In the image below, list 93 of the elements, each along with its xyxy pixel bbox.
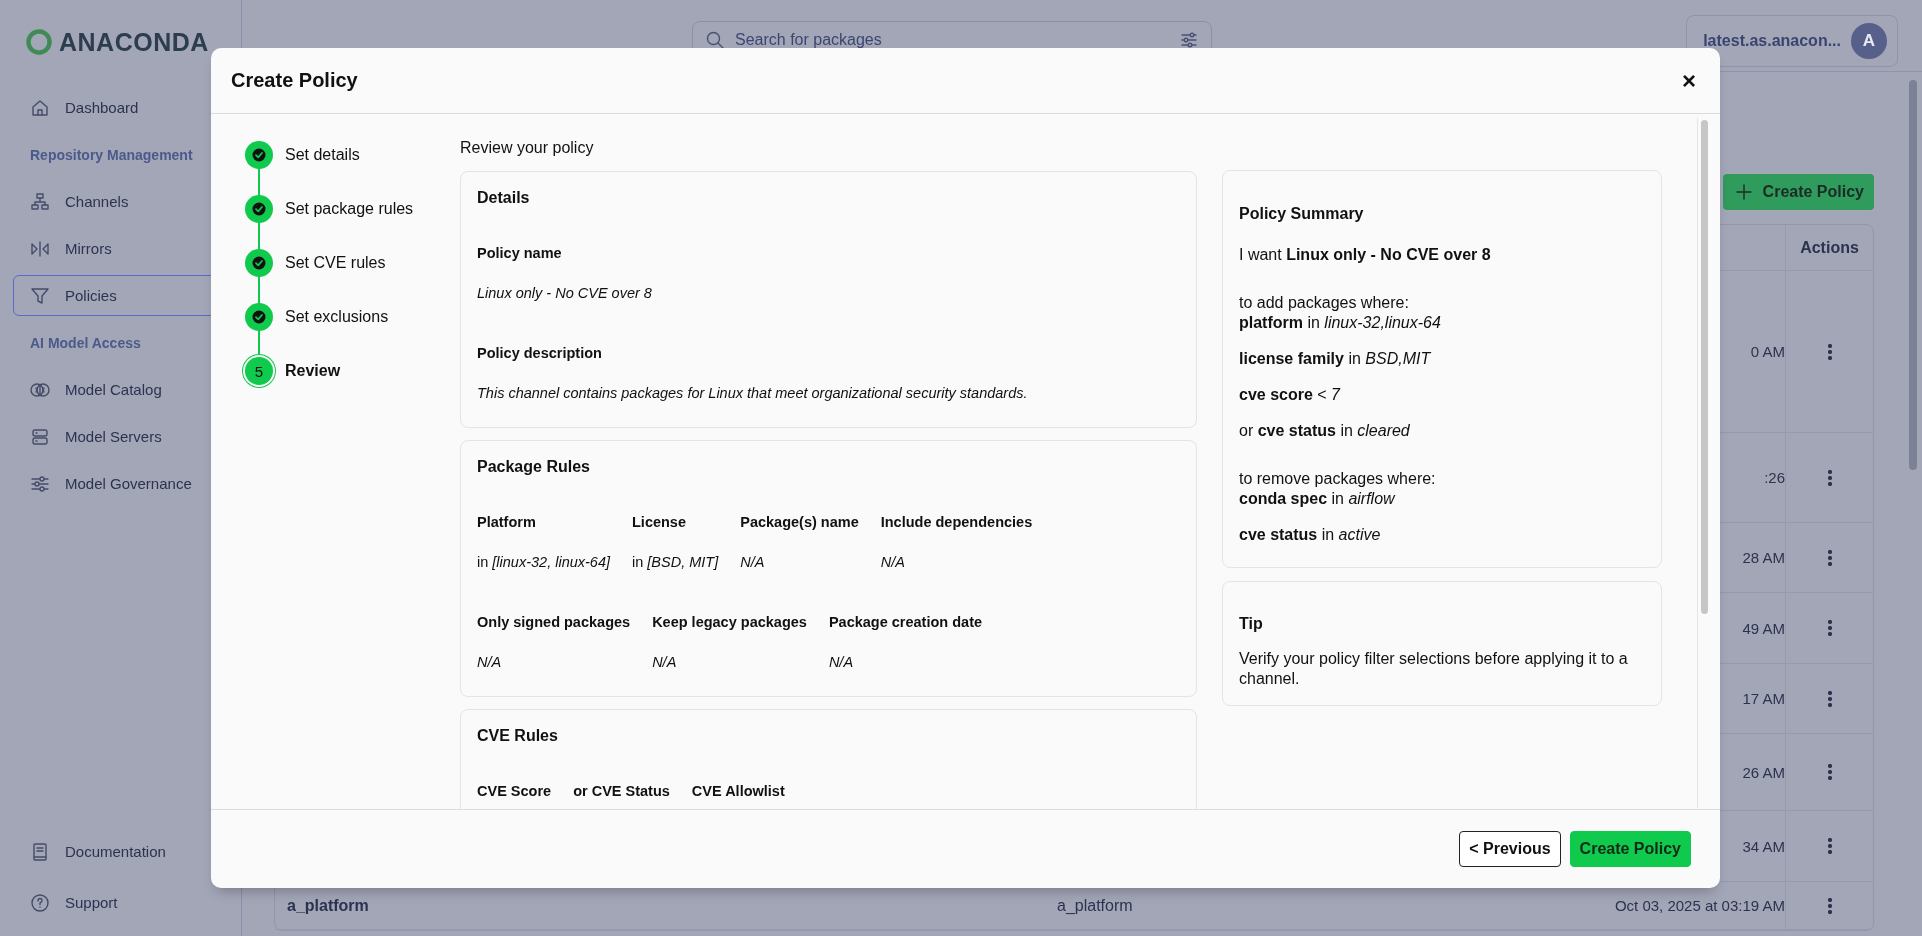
ring-logo-icon [25, 28, 53, 56]
nav-item[interactable]: Model Governance [13, 463, 253, 504]
step-label[interactable]: Set package rules [285, 200, 414, 218]
vertical-dots-icon [1827, 343, 1832, 360]
card-title: CVE Rules [477, 727, 559, 745]
nav-item[interactable]: Support [13, 882, 253, 923]
summary-text: to remove packages where: conda spec in airflow [1239, 469, 1437, 509]
field-label: Policy description [477, 345, 603, 361]
check-icon [252, 202, 266, 216]
nav-item[interactable]: Documentation [13, 831, 253, 872]
vertical-dots-icon [1827, 620, 1832, 636]
step-label[interactable]: Set details [285, 146, 360, 164]
check-icon [252, 310, 266, 324]
summary-text: license family in BSD,MIT [1239, 349, 1432, 369]
filter-sliders-icon [1179, 30, 1199, 50]
summary-text: cve status in active [1239, 525, 1382, 545]
card-title: Tip [1239, 615, 1264, 633]
check-icon [252, 256, 266, 270]
field-label: Include dependencies [880, 514, 1033, 530]
field-value: in [BSD, MIT] [632, 554, 719, 570]
home-icon [30, 97, 50, 118]
table-cell: 49 AM [1742, 619, 1785, 637]
server-icon [30, 426, 50, 447]
field-label: CVE Allowlist [691, 783, 785, 799]
field-value: N/A [477, 654, 503, 670]
field-label: Only signed packages [477, 614, 631, 630]
scrollbar[interactable] [1697, 118, 1711, 808]
nav-section-heading: Repository Management [29, 145, 194, 165]
card-title: Policy Summary [1239, 205, 1365, 223]
vertical-dots-icon [1827, 690, 1832, 707]
close-button[interactable]: × [1678, 68, 1700, 93]
table-cell: a_platform [1057, 896, 1133, 914]
vertical-dots-icon [1827, 764, 1832, 780]
book-icon [30, 841, 50, 862]
field-value: in [linux-32, linux-64] [477, 554, 610, 570]
section-heading: Review your policy [460, 139, 595, 157]
card-title: Package Rules [477, 458, 591, 476]
table-cell: 28 AM [1742, 549, 1785, 566]
logo-text: ANACONDA [59, 27, 209, 57]
field-value: N/A [828, 654, 855, 670]
table-cell: 34 AM [1742, 837, 1785, 855]
field-value: This channel contains packages for Linux that meet organizational security standards. [477, 385, 1029, 401]
field-label: Package(s) name [740, 514, 859, 530]
network-icon [30, 191, 50, 212]
field-label: License [632, 514, 687, 530]
table-cell: :26 [1764, 469, 1785, 486]
field-value: N/A [880, 554, 906, 570]
create-policy-button[interactable]: Create Policy [1569, 831, 1691, 867]
summary-text: or cve status in cleared [1239, 421, 1411, 441]
step-label[interactable]: Set CVE rules [285, 254, 386, 272]
summary-text: cve score < 7 [1239, 385, 1342, 405]
card-title: Details [477, 189, 531, 207]
previous-button[interactable]: < Previous [1459, 831, 1561, 867]
search-input[interactable]: Search for packages [735, 31, 1169, 49]
help-icon [30, 892, 50, 913]
table-cell: a_platform [287, 896, 369, 914]
create-policy-button[interactable]: Create Policy [1722, 174, 1874, 210]
tip-text: Verify your policy filter selections before applying it to a channel. [1239, 649, 1629, 689]
field-value: N/A [652, 654, 678, 670]
table-cell: 0 AM [1750, 343, 1785, 360]
summary-text: I want Linux only - No CVE over 8 [1239, 245, 1492, 265]
field-value: Linux only - No CVE over 8 [477, 285, 653, 301]
plus-icon [1734, 183, 1753, 201]
field-label: Platform [477, 514, 537, 530]
table-cell: Oct 03, 2025 at 03:19 AM [1614, 897, 1785, 914]
sliders-icon [30, 473, 50, 494]
avatar: A [1851, 23, 1887, 59]
vertical-dots-icon [1827, 469, 1832, 486]
vertical-dots-icon [1827, 897, 1832, 914]
step-label[interactable]: Set exclusions [285, 308, 389, 326]
field-label: Keep legacy packages [652, 614, 807, 630]
field-value: N/A [740, 554, 766, 570]
field-label: Package creation date [828, 614, 983, 630]
field-label: or CVE Status [573, 783, 670, 799]
field-label: Policy name [477, 245, 563, 261]
nav-item[interactable]: Mirrors [13, 228, 253, 269]
nav-item[interactable]: Model Servers [13, 416, 253, 457]
nav-section-heading: AI Model Access [29, 333, 142, 353]
table-cell: 26 AM [1742, 763, 1785, 781]
check-icon [252, 148, 266, 162]
mirror-icon [30, 238, 50, 259]
column-header: Actions [1800, 238, 1859, 257]
funnel-icon [30, 285, 50, 306]
vertical-dots-icon [1827, 838, 1832, 854]
step-number: 5 [245, 357, 273, 385]
step-label[interactable]: Review [285, 362, 341, 380]
account-name: latest.as.anacon... [1703, 32, 1841, 50]
search-icon [705, 30, 725, 50]
vertical-dots-icon [1827, 549, 1832, 566]
nav-item[interactable]: Channels [13, 181, 253, 222]
summary-text: to add packages where: platform in linux-32,linux-64 [1239, 293, 1442, 333]
table-cell: 17 AM [1742, 690, 1785, 707]
field-label: CVE Score [477, 783, 552, 799]
